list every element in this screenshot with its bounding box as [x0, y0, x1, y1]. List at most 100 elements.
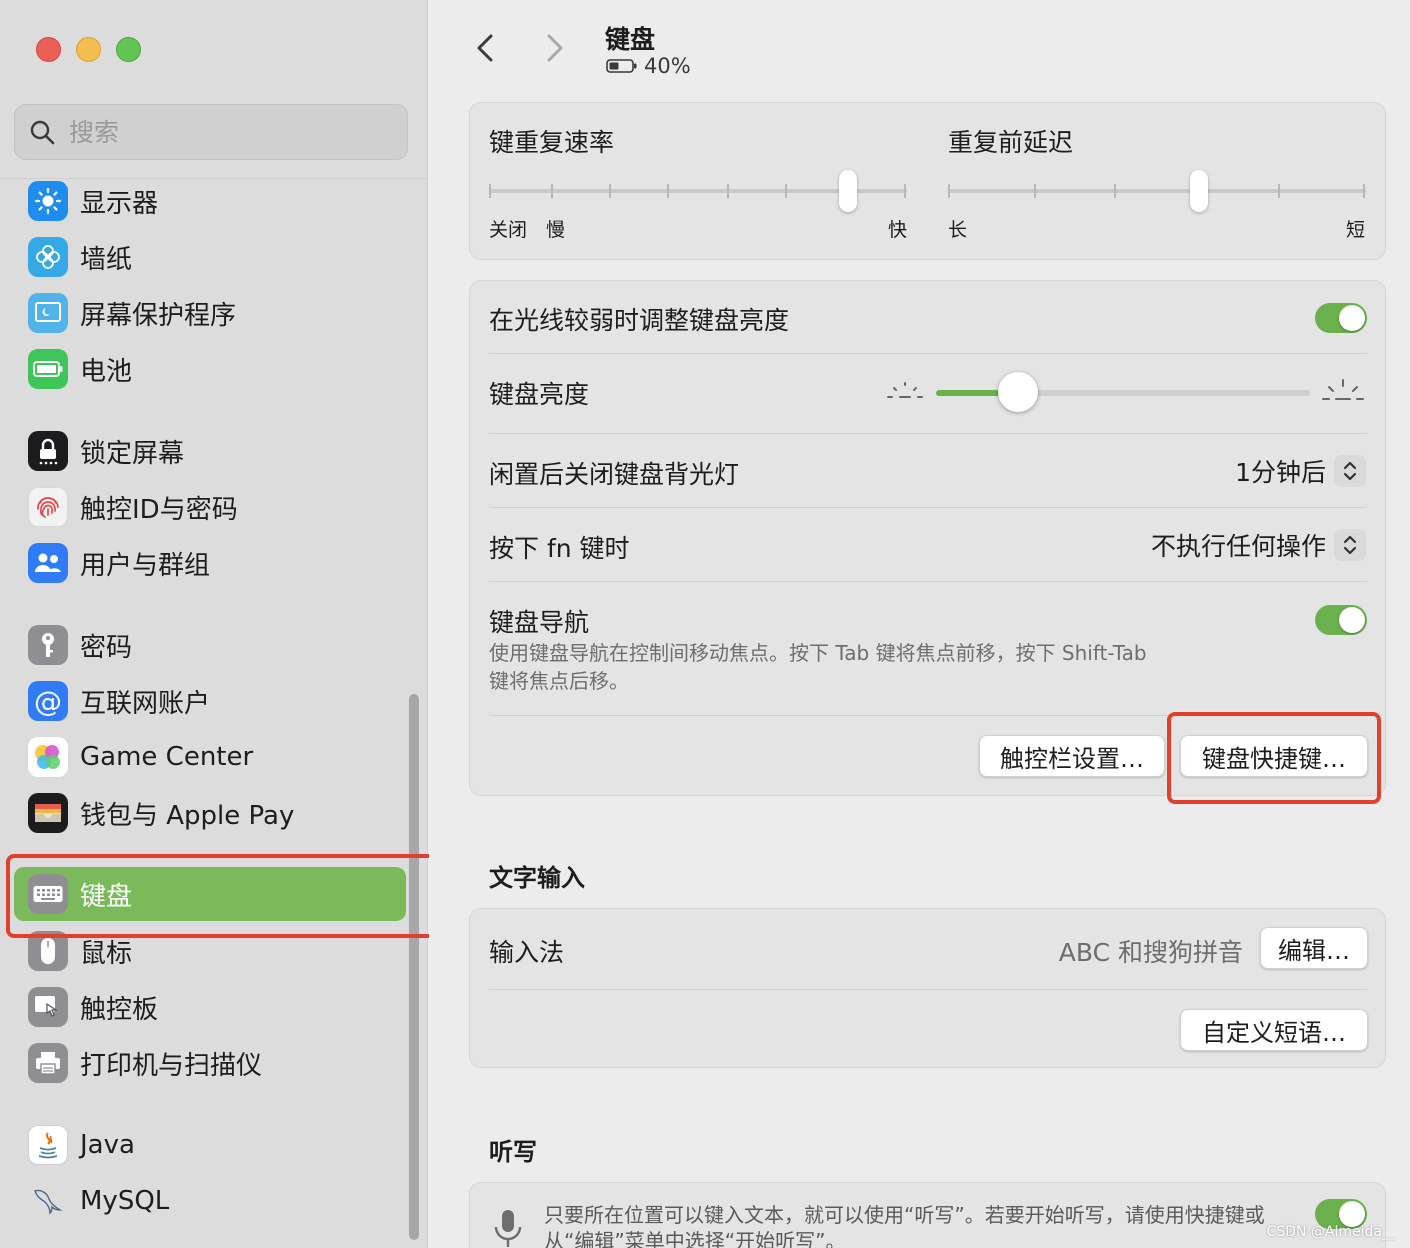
- custom-phrases-button[interactable]: 自定义短语…: [1180, 1009, 1368, 1051]
- repeat-delay-slider[interactable]: [948, 169, 1368, 213]
- sidebar: 显示器 墙纸 屏幕保护程序 电池 锁定屏幕 触控ID与密码 用户与群: [0, 0, 428, 1248]
- sun-icon: [28, 181, 68, 221]
- up-down-chevron-icon: [1334, 529, 1366, 561]
- text-input-card: 输入法 ABC 和搜狗拼音 编辑… 自定义短语…: [469, 908, 1386, 1068]
- game-center-icon: [28, 737, 68, 777]
- flower-icon: [28, 237, 68, 277]
- backlight-off-popup[interactable]: 1分钟后: [1235, 451, 1366, 491]
- sidebar-item-printers[interactable]: 打印机与扫描仪: [14, 1036, 406, 1090]
- printer-icon: [28, 1043, 68, 1083]
- sidebar-item-battery[interactable]: 电池: [14, 342, 406, 396]
- sidebar-item-label: 钱包与 Apple Pay: [80, 800, 295, 831]
- keyboard-navigation-toggle[interactable]: [1315, 605, 1367, 635]
- key-repeat-rate-slider[interactable]: [489, 169, 909, 213]
- sidebar-item-mysql[interactable]: MySQL: [14, 1174, 406, 1228]
- auto-brightness-toggle[interactable]: [1315, 303, 1367, 333]
- brightness-high-icon: [1322, 379, 1364, 400]
- microphone-icon: [494, 1210, 522, 1247]
- sidebar-item-label: 鼠标: [80, 938, 133, 969]
- sidebar-item-label: 触控板: [80, 994, 159, 1025]
- sidebar-item-game-center[interactable]: Game Center: [14, 730, 406, 784]
- sidebar-item-label: Game Center: [80, 742, 254, 772]
- rate-off-label: 关闭: [489, 219, 528, 241]
- keyboard-navigation-description-line2: 键将焦点后移。: [489, 669, 629, 693]
- sidebar-item-trackpad[interactable]: 触控板: [14, 980, 406, 1034]
- dictation-card: 只要所在位置可以键入文本，就可以使用“听写”。若要开始听写，请使用快捷键或 从“…: [469, 1182, 1386, 1248]
- auto-brightness-label: 在光线较弱时调整键盘亮度: [489, 306, 790, 335]
- keyboard-brightness-thumb[interactable]: [998, 372, 1038, 412]
- search-field[interactable]: [14, 104, 408, 160]
- chevron-left-icon[interactable]: [471, 30, 501, 66]
- sidebar-item-lockscreen[interactable]: 锁定屏幕: [14, 424, 406, 478]
- sidebar-item-java[interactable]: Java: [14, 1118, 406, 1172]
- sidebar-item-label: 锁定屏幕: [80, 438, 185, 469]
- backlight-off-label: 闲置后关闭键盘背光灯: [489, 460, 740, 489]
- sidebar-item-wallpaper[interactable]: 墙纸: [14, 230, 406, 284]
- sidebar-item-label: MySQL: [80, 1186, 170, 1216]
- annotation-highlight-shortcuts: [1167, 712, 1381, 804]
- sidebar-item-label: 互联网账户: [80, 688, 211, 719]
- fingerprint-icon: [28, 487, 68, 527]
- battery-level-icon: [606, 59, 637, 73]
- backlight-off-value: 1分钟后: [1235, 458, 1326, 487]
- fn-key-value: 不执行任何操作: [1150, 532, 1326, 561]
- zoom-window-button[interactable]: [116, 37, 141, 62]
- keyboard-brightness-slider[interactable]: [936, 371, 1310, 415]
- row-divider: [489, 581, 1367, 582]
- row-divider: [489, 433, 1367, 434]
- edit-input-methods-button[interactable]: 编辑…: [1260, 927, 1368, 969]
- key-repeat-rate-thumb[interactable]: [839, 170, 857, 212]
- delay-long-label: 长: [948, 219, 968, 241]
- sidebar-item-label: 屏幕保护程序: [80, 300, 237, 331]
- main-content: 键盘 40% 键重复速率 重复前延迟 关闭 慢 快 长 短 在光线较弱时调整键盘…: [429, 0, 1410, 1248]
- sidebar-item-users[interactable]: 用户与群组: [14, 536, 406, 590]
- repeat-delay-label: 重复前延迟: [948, 128, 1074, 157]
- input-method-label: 输入法: [489, 938, 565, 967]
- trackpad-icon: [28, 987, 68, 1027]
- page-title: 键盘: [605, 25, 656, 54]
- java-icon: [28, 1125, 68, 1165]
- sidebar-scrollbar[interactable]: [409, 694, 419, 1240]
- key-icon: [28, 625, 68, 665]
- fn-key-label: 按下 fn 键时: [489, 534, 630, 563]
- minimize-window-button[interactable]: [76, 37, 101, 62]
- input-method-value: ABC 和搜狗拼音: [1058, 938, 1243, 967]
- keyboard-navigation-label: 键盘导航: [489, 608, 590, 637]
- sidebar-item-screensaver[interactable]: 屏幕保护程序: [14, 286, 406, 340]
- sidebar-item-internet-accounts[interactable]: @ 互联网账户: [14, 674, 406, 728]
- search-input[interactable]: [69, 117, 369, 147]
- brightness-low-icon: [887, 382, 923, 398]
- delay-short-label: 短: [1346, 219, 1366, 241]
- repeat-delay-thumb[interactable]: [1190, 170, 1208, 212]
- battery-status: 40%: [606, 54, 691, 78]
- sidebar-item-label: 用户与群组: [80, 550, 211, 581]
- wallet-icon: [28, 793, 68, 833]
- dictation-description-line1: 只要所在位置可以键入文本，就可以使用“听写”。若要开始听写，请使用快捷键或: [544, 1203, 1265, 1227]
- sidebar-item-label: 显示器: [80, 188, 159, 219]
- sidebar-item-wallet[interactable]: 钱包与 Apple Pay: [14, 786, 406, 840]
- sidebar-item-passwords[interactable]: 密码: [14, 618, 406, 672]
- fn-key-popup[interactable]: 不执行任何操作: [1151, 525, 1366, 565]
- sidebar-item-label: 电池: [80, 356, 133, 387]
- battery-icon: [28, 349, 68, 389]
- battery-percent: 40%: [644, 54, 691, 78]
- sidebar-item-display[interactable]: 显示器: [14, 174, 406, 228]
- up-down-chevron-icon: [1334, 455, 1366, 487]
- sidebar-item-touchid[interactable]: 触控ID与密码: [14, 480, 406, 534]
- rate-fast-label: 快: [888, 219, 908, 241]
- users-icon: [28, 543, 68, 583]
- search-icon: [30, 120, 55, 145]
- touchbar-settings-button[interactable]: 触控栏设置…: [979, 735, 1165, 777]
- screensaver-icon: [28, 293, 68, 333]
- sidebar-item-label: Java: [80, 1130, 135, 1160]
- sidebar-item-label: 墙纸: [80, 244, 133, 275]
- sidebar-item-label: 密码: [80, 632, 133, 663]
- close-window-button[interactable]: [36, 37, 61, 62]
- row-divider: [489, 989, 1367, 990]
- sidebar-item-label: 触控ID与密码: [80, 494, 238, 525]
- text-input-section-title: 文字输入: [489, 864, 585, 892]
- dictation-description-line2: 从“编辑”菜单中选择“开始听写”。: [544, 1229, 846, 1248]
- dictation-section-title: 听写: [489, 1138, 537, 1166]
- annotation-highlight-keyboard: [6, 854, 448, 938]
- chevron-right-icon[interactable]: [539, 30, 569, 66]
